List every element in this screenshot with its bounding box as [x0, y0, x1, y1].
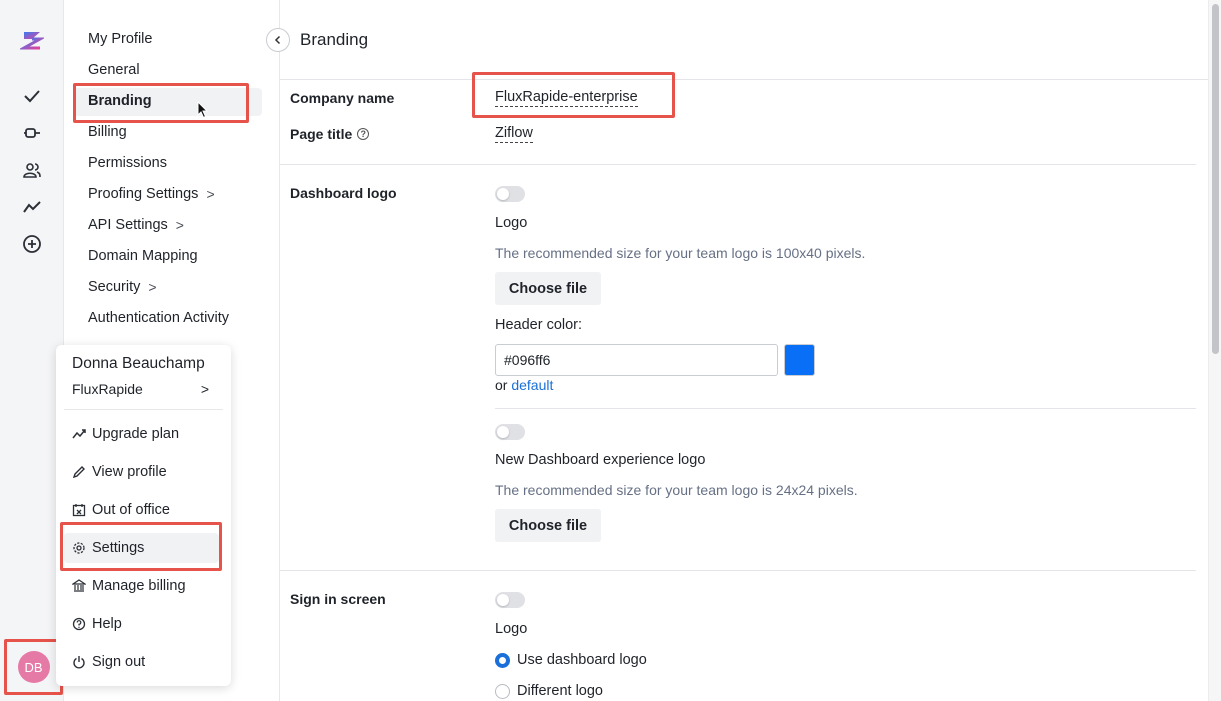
- sign-in-screen-toggle[interactable]: [495, 592, 525, 608]
- header-color-input[interactable]: [495, 344, 778, 376]
- pencil-icon: [72, 465, 86, 479]
- menu-item-manage-billing[interactable]: Manage billing: [72, 575, 186, 597]
- new-dashboard-logo-toggle[interactable]: [495, 424, 525, 440]
- users-icon[interactable]: [20, 158, 44, 182]
- collapse-nav-button[interactable]: [266, 28, 290, 52]
- gear-icon: [72, 541, 86, 555]
- default-color-link[interactable]: default: [511, 377, 553, 393]
- check-icon[interactable]: [20, 84, 44, 108]
- chevron-left-icon: [274, 35, 281, 45]
- radio-selected[interactable]: [495, 652, 510, 668]
- help-icon[interactable]: ?: [357, 128, 370, 140]
- sign-in-screen-label: Sign in screen: [290, 591, 386, 607]
- header-color-label: Header color:: [495, 317, 583, 333]
- dashboard-logo-label: Dashboard logo: [290, 185, 397, 201]
- nav-item-authentication-activity[interactable]: Authentication Activity: [88, 303, 229, 334]
- user-menu: Donna Beauchamp FluxRapide > Upgrade pla…: [56, 345, 231, 686]
- help-circle-icon: [72, 617, 86, 631]
- page-title-label: Page title ?: [290, 126, 370, 142]
- sign-in-logo-label: Logo: [495, 621, 528, 637]
- logo-label: Logo: [495, 215, 528, 231]
- divider: [280, 570, 1196, 571]
- nav-item-permissions[interactable]: Permissions: [88, 148, 167, 179]
- default-color-line: or default: [495, 377, 554, 393]
- chevron-right-icon: >: [206, 186, 215, 202]
- choose-file-button[interactable]: Choose file: [495, 272, 601, 305]
- radio-use-dashboard-logo[interactable]: Use dashboard logo: [495, 652, 647, 668]
- page-title: Branding: [300, 30, 369, 49]
- nav-item-domain-mapping[interactable]: Domain Mapping: [88, 241, 198, 272]
- menu-item-out-of-office[interactable]: Out of office: [72, 499, 170, 521]
- avatar-highlight: DB: [4, 639, 63, 695]
- divider: [64, 409, 223, 410]
- menu-item-sign-out[interactable]: Sign out: [72, 651, 145, 673]
- menu-item-help[interactable]: Help: [72, 613, 122, 635]
- scrollbar[interactable]: [1208, 0, 1221, 701]
- menu-item-upgrade-plan[interactable]: Upgrade plan: [72, 423, 179, 445]
- choose-file-button-2[interactable]: Choose file: [495, 509, 601, 542]
- logo-hint: The recommended size for your team logo …: [495, 245, 866, 261]
- power-icon: [72, 655, 86, 669]
- chevron-right-icon: >: [148, 279, 157, 295]
- divider: [280, 164, 1196, 165]
- calendar-x-icon: [72, 503, 86, 517]
- nav-item-api-settings[interactable]: API Settings >: [88, 210, 184, 241]
- chevron-right-icon: >: [175, 217, 184, 233]
- divider: [495, 408, 1196, 409]
- new-logo-hint: The recommended size for your team logo …: [495, 482, 858, 498]
- radio-different-logo[interactable]: Different logo: [495, 683, 603, 699]
- chevron-right-icon[interactable]: >: [201, 381, 209, 397]
- menu-item-settings[interactable]: Settings: [72, 537, 144, 559]
- nav-item-my-profile[interactable]: My Profile: [88, 24, 152, 55]
- mouse-cursor-icon: [197, 101, 209, 119]
- org-switcher[interactable]: FluxRapide: [72, 381, 143, 397]
- activity-icon[interactable]: [20, 195, 44, 219]
- nav-item-billing[interactable]: Billing: [88, 117, 127, 148]
- new-logo-label: New Dashboard experience logo: [495, 452, 706, 468]
- company-name-label: Company name: [290, 90, 395, 106]
- radio-unselected[interactable]: [495, 683, 510, 699]
- nav-item-general[interactable]: General: [88, 55, 140, 86]
- page-title-field[interactable]: Ziflow: [495, 125, 533, 143]
- app-logo-icon[interactable]: [20, 28, 44, 52]
- menu-item-view-profile[interactable]: View profile: [72, 461, 167, 483]
- scrollbar-thumb[interactable]: [1212, 4, 1219, 354]
- proof-icon[interactable]: [20, 121, 44, 145]
- trend-up-icon: [72, 427, 86, 441]
- nav-item-branding[interactable]: Branding: [88, 86, 152, 117]
- plus-circle-icon[interactable]: [20, 232, 44, 256]
- bank-icon: [72, 579, 86, 593]
- header-color-swatch[interactable]: [784, 344, 815, 376]
- dashboard-logo-toggle[interactable]: [495, 186, 525, 202]
- company-name-field[interactable]: FluxRapide-enterprise: [495, 89, 638, 107]
- divider: [280, 79, 1208, 80]
- nav-item-security[interactable]: Security >: [88, 272, 157, 303]
- user-name: Donna Beauchamp: [72, 355, 205, 372]
- app-rail: DB: [0, 0, 64, 701]
- nav-item-proofing-settings[interactable]: Proofing Settings >: [88, 179, 215, 210]
- branding-panel: Branding Company name FluxRapide-enterpr…: [280, 0, 1208, 701]
- avatar[interactable]: DB: [17, 651, 50, 683]
